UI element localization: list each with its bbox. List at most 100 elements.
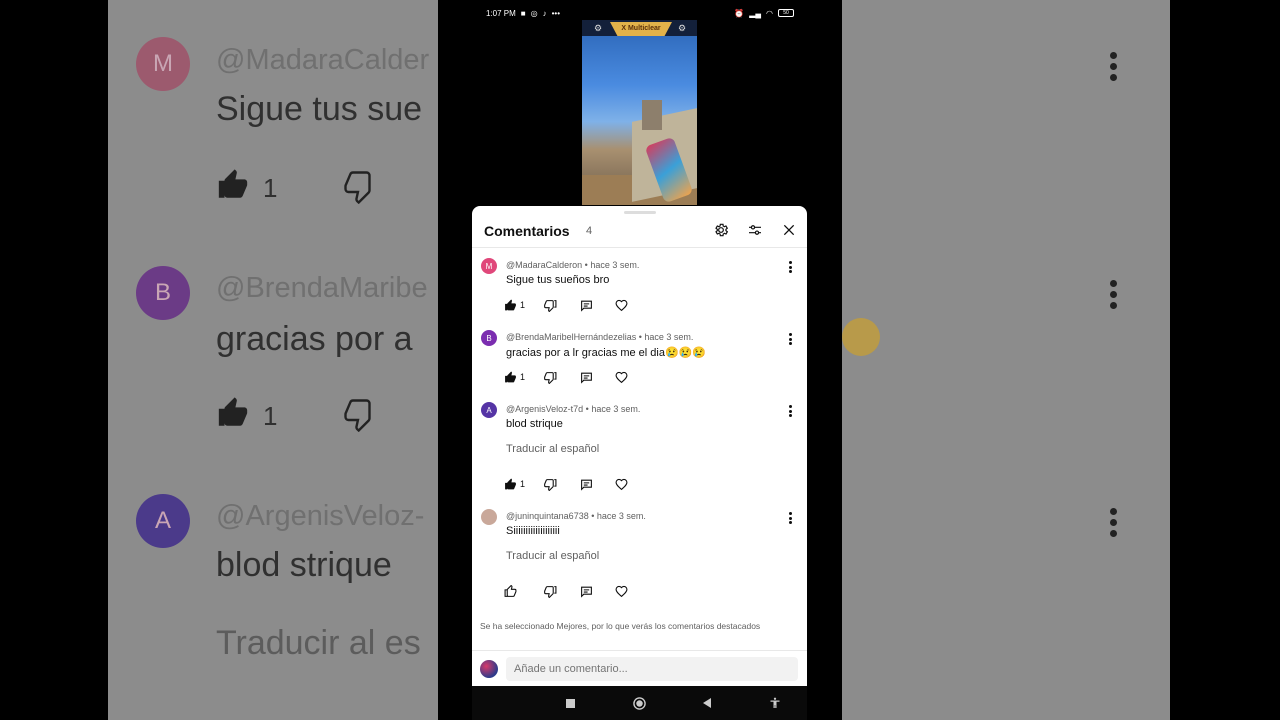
hud-settings-icon: ⚙: [594, 23, 603, 33]
comment-meta: @ArgenisVeloz-t7d • hace 3 sem.: [506, 404, 641, 414]
user-avatar: [480, 660, 498, 678]
comments-title: Comentarios: [484, 223, 570, 239]
heart-icon: [615, 585, 628, 597]
bg-thumb-up-icon: [218, 169, 248, 198]
heart-icon: [615, 371, 628, 383]
avatar[interactable]: [481, 509, 497, 525]
alarm-icon: ⏰: [734, 8, 745, 18]
comment-actions: 1: [504, 369, 635, 385]
heart-icon: [615, 299, 628, 311]
reply-comment-icon: [581, 479, 592, 491]
screen: M @MadaraCalder Sigue tus sue 1 B @Brend…: [0, 0, 1280, 720]
reply-button[interactable]: [580, 476, 615, 492]
comment-text: blod strique: [506, 418, 563, 430]
comments-header: Comentarios 4: [472, 206, 807, 248]
home-button[interactable]: [632, 696, 646, 710]
status-time: 1:07 PM: [486, 8, 516, 18]
instagram-icon: ◎: [530, 8, 538, 18]
android-nav-bar: [472, 686, 807, 720]
like-button[interactable]: 1: [504, 297, 544, 313]
dislike-button[interactable]: [544, 369, 580, 385]
bg-more-icon: [1110, 52, 1118, 85]
thumb-down-icon: [544, 585, 557, 598]
heart-button[interactable]: [615, 369, 635, 385]
comment-actions: 1: [504, 297, 635, 313]
thumb-up-icon: [504, 584, 517, 597]
comment-meta: @BrendaMaribelHernándezelias • hace 3 se…: [506, 332, 694, 342]
dislike-button[interactable]: [544, 297, 580, 313]
reply-button[interactable]: [580, 297, 615, 313]
bg-thumb-down-icon: [344, 171, 371, 204]
signal-icon: ▂▄: [749, 8, 762, 18]
video-player[interactable]: ⚙ X Multiclear ⚙: [582, 20, 697, 205]
thumb-down-icon: [544, 478, 557, 491]
comments-count: 4: [586, 225, 593, 237]
bg-count-1: 1: [263, 173, 278, 203]
background-zoom-right: [842, 0, 1170, 720]
filter-sliders-icon[interactable]: [746, 221, 764, 239]
game-tower: [642, 100, 662, 130]
more-options-icon[interactable]: [789, 261, 793, 275]
avatar[interactable]: B: [481, 330, 497, 346]
dislike-button[interactable]: [544, 583, 580, 599]
bg-avatar-1: M: [136, 37, 190, 91]
translate-link[interactable]: Traducir al español: [506, 443, 599, 455]
wifi-icon: ◠: [766, 8, 773, 18]
bg-emoji-icon: [842, 318, 880, 356]
bg-more-icon: [1110, 508, 1118, 541]
bg-handle-2: @BrendaMaribe: [216, 272, 428, 304]
battery-icon: 50: [778, 9, 794, 17]
more-options-icon[interactable]: [789, 405, 793, 419]
dislike-button[interactable]: [544, 476, 580, 492]
settings-gear-icon[interactable]: [712, 221, 730, 239]
avatar[interactable]: M: [481, 258, 497, 274]
bg-text-3: blod strique: [216, 546, 392, 584]
avatar[interactable]: A: [481, 402, 497, 418]
comment-actions: 1: [504, 476, 635, 492]
like-button[interactable]: 1: [504, 369, 544, 385]
like-count: 1: [520, 372, 526, 382]
hud-gear-icon: ⚙: [678, 23, 687, 33]
back-button[interactable]: [700, 696, 714, 710]
reply-button[interactable]: [580, 369, 615, 385]
comment-text: Sigue tus sueños bro: [506, 274, 610, 286]
more-options-icon[interactable]: [789, 333, 793, 347]
comment-actions: [504, 583, 635, 599]
thumb-up-filled-icon: [505, 299, 516, 310]
more-options-icon[interactable]: [789, 512, 793, 526]
comments-sheet: Comentarios 4 M @MadaraCalderon • hace 3…: [472, 206, 807, 686]
like-button[interactable]: 1: [504, 476, 544, 492]
comment-meta: @MadaraCalderon • hace 3 sem.: [506, 260, 640, 270]
status-bar: 1:07 PM ■ ◎ ♪ ••• ⏰ ▂▄ ◠ 50: [486, 6, 794, 20]
bg-avatar-2: B: [136, 266, 190, 320]
heart-button[interactable]: [615, 583, 635, 599]
like-count: 1: [520, 479, 526, 489]
bg-thumb-up-icon: [218, 397, 248, 426]
comment-text: gracias por a lr gracias me el dia😢😢😢: [506, 347, 707, 359]
add-comment-input[interactable]: [506, 657, 798, 681]
close-icon[interactable]: [780, 221, 798, 239]
thumb-down-icon: [544, 371, 557, 384]
more-notifications-icon: •••: [551, 8, 561, 18]
comment-text: Siiiiiiiiiiiiiiiiiii: [506, 525, 560, 537]
tiktok-icon: ♪: [542, 8, 547, 18]
background-zoom-left: M @MadaraCalder Sigue tus sue 1 B @Brend…: [108, 0, 438, 720]
heart-icon: [615, 478, 628, 490]
translate-link[interactable]: Traducir al español: [506, 550, 599, 562]
comment-meta: @juninquintana6738 • hace 3 sem.: [506, 511, 646, 521]
heart-button[interactable]: [615, 297, 635, 313]
game-tag: X Multiclear: [610, 22, 672, 36]
recents-button[interactable]: [563, 696, 577, 710]
video-camera-icon: ■: [520, 8, 526, 18]
heart-button[interactable]: [615, 476, 635, 492]
phone-screen: 1:07 PM ■ ◎ ♪ ••• ⏰ ▂▄ ◠ 50 ⚙ X Multicle…: [438, 0, 842, 720]
bg-handle-3: @ArgenisVeloz-: [216, 500, 425, 532]
like-button[interactable]: [504, 583, 544, 599]
accessibility-button[interactable]: [768, 696, 782, 710]
thumb-down-icon: [544, 299, 557, 312]
bg-handle-1: @MadaraCalder: [216, 44, 430, 76]
reply-button[interactable]: [580, 583, 615, 599]
bg-text-2: gracias por a: [216, 320, 413, 358]
like-count: 1: [520, 300, 526, 310]
reply-comment-icon: [581, 372, 592, 384]
